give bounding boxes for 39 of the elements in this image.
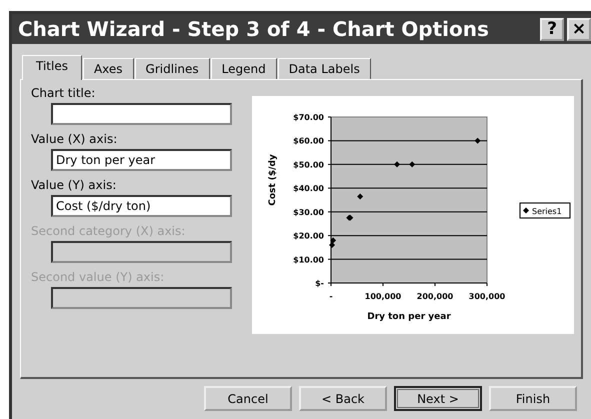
tab[interactable]: Data Labels [278, 58, 371, 79]
help-button[interactable]: ? [540, 18, 564, 40]
legend: Series1 [520, 202, 570, 218]
field-value: Cost ($/dry ton) [56, 199, 151, 213]
close-button[interactable]: × [567, 18, 591, 40]
field-label: Chart title: [31, 86, 96, 100]
field-label: Value (Y) axis: [31, 178, 118, 192]
y-tick-label: $10.00 [293, 255, 324, 264]
dialog-button[interactable]: Finish [489, 386, 577, 411]
text-field[interactable] [51, 103, 232, 125]
dialog-button[interactable]: < Back [299, 386, 387, 411]
y-axis-title: Cost ($/dy [268, 154, 278, 206]
dialog-button[interactable]: Cancel [204, 386, 292, 411]
y-tick-label: $70.00 [293, 113, 324, 122]
y-tick-label: $30.00 [293, 208, 324, 217]
data-point [357, 193, 364, 200]
window-title: Chart Wizard - Step 3 of 4 - Chart Options [18, 17, 489, 41]
field-value: Dry ton per year [56, 153, 156, 167]
dialog-button[interactable]: Next > [394, 386, 482, 411]
x-tick-label: - [329, 292, 333, 301]
y-tick-label: $50.00 [293, 160, 324, 170]
tab[interactable]: Legend [210, 58, 277, 79]
tab[interactable]: Axes [82, 58, 134, 79]
x-tick-label: 200,000 [416, 292, 454, 301]
y-tick-label: $- [315, 279, 324, 288]
text-field[interactable] [51, 241, 232, 263]
y-tick-label: $60.00 [293, 136, 324, 146]
text-field[interactable] [51, 287, 232, 309]
y-tick-label: $20.00 [293, 232, 324, 241]
y-tick-label: $40.00 [293, 184, 324, 194]
text-field[interactable]: Dry ton per year [51, 149, 232, 171]
text-field[interactable]: Cost ($/dry ton) [51, 195, 232, 217]
legend-label: Series1 [532, 207, 562, 216]
tab[interactable]: Gridlines [134, 58, 210, 79]
x-tick-label: 300,000 [468, 292, 506, 301]
tab[interactable]: Titles [22, 55, 82, 80]
x-tick-label: 100,000 [364, 292, 402, 301]
x-axis-title: Dry ton per year [367, 312, 451, 322]
field-label: Value (X) axis: [31, 132, 118, 146]
